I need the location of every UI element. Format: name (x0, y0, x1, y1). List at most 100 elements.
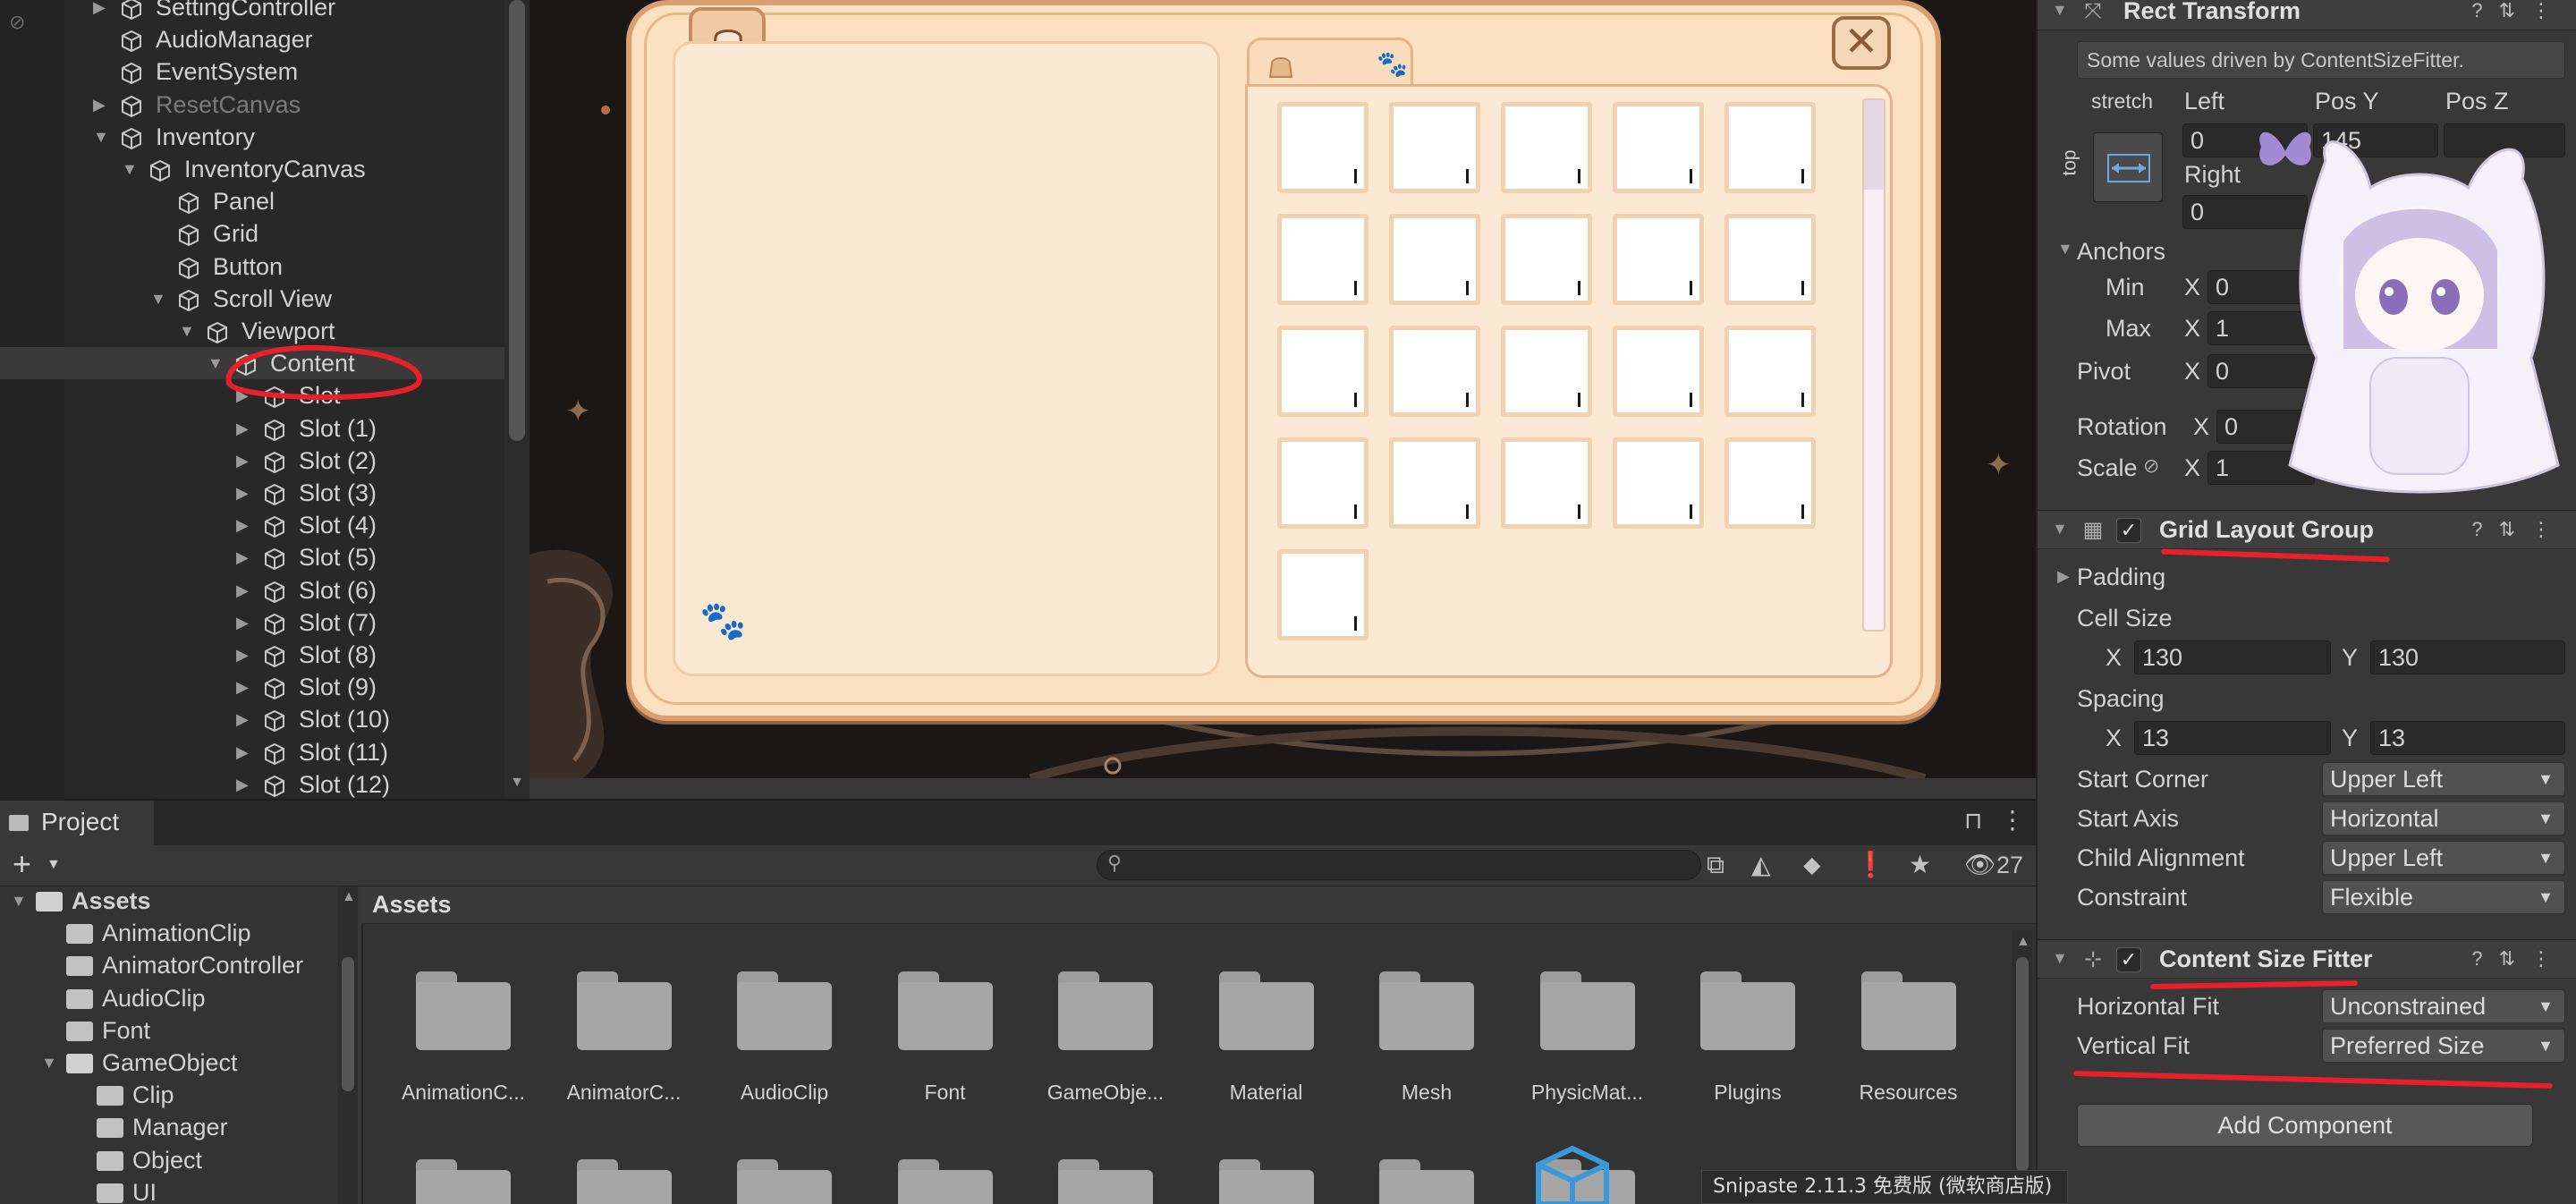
fold-arrow-icon[interactable]: ▼ (2052, 949, 2068, 968)
asset-folder-label[interactable]: Font (869, 1081, 1021, 1105)
expand-arrow-right-icon[interactable]: ▶ (236, 509, 252, 541)
start-corner-dropdown[interactable]: Upper Left ▼ (2322, 762, 2565, 796)
expand-arrow-right-icon[interactable]: ▶ (236, 412, 252, 445)
hierarchy-item[interactable]: ▶ Slot (4) (0, 509, 504, 541)
asset-folder-icon[interactable] (1860, 971, 1956, 1050)
expand-arrow-down-icon[interactable]: ▼ (41, 1047, 57, 1079)
inventory-slot[interactable] (1389, 326, 1480, 417)
asset-folder-label[interactable]: Mesh (1351, 1081, 1503, 1105)
inventory-slot[interactable] (1501, 437, 1592, 529)
inventory-slot[interactable] (1277, 549, 1368, 640)
expand-arrow-down-icon[interactable]: ▼ (11, 885, 27, 917)
expand-arrow-right-icon[interactable]: ▶ (93, 0, 109, 23)
inventory-slot[interactable] (1389, 437, 1480, 529)
project-search-input[interactable] (1097, 850, 1701, 880)
horizontal-fit-dropdown[interactable]: Unconstrained ▼ (2322, 989, 2565, 1023)
more-options-icon[interactable]: ⋮ (2000, 805, 2025, 835)
hierarchy-item[interactable]: ▶ ResetCanvas (0, 89, 504, 121)
lock-icon[interactable]: ⊓ (1964, 807, 1982, 835)
fold-arrow-icon[interactable]: ▼ (2052, 1, 2068, 20)
inventory-grid-tab[interactable]: 🐾 (1247, 38, 1413, 88)
asset-folder-icon[interactable] (1218, 971, 1314, 1050)
add-component-button[interactable]: Add Component (2077, 1104, 2533, 1147)
asset-folder-icon[interactable] (897, 1159, 993, 1204)
content-size-fitter-header[interactable]: ▼ ⊹ ✓ Content Size Fitter ?⇅⋮ (2038, 939, 2576, 979)
inventory-slot[interactable] (1724, 102, 1816, 193)
tree-folder-item[interactable]: Font (0, 1014, 336, 1047)
expand-arrow-right-icon[interactable]: ▶ (236, 639, 252, 671)
asset-folder-icon[interactable] (576, 971, 672, 1050)
expand-arrow-down-icon[interactable]: ▼ (179, 315, 195, 347)
asset-folder-label[interactable]: Resources (1833, 1081, 1985, 1105)
expand-arrow-right-icon[interactable]: ▶ (236, 606, 252, 639)
hierarchy-item[interactable]: ▶ Slot (9) (0, 671, 504, 703)
expand-arrow-right-icon[interactable]: ▶ (236, 574, 252, 606)
asset-folder-icon[interactable] (1218, 1159, 1314, 1204)
inventory-slot[interactable] (1724, 326, 1816, 417)
asset-folder-icon[interactable] (1700, 971, 1795, 1050)
tree-folder-item[interactable]: UI (0, 1176, 336, 1204)
expand-arrow-down-icon[interactable]: ▼ (150, 283, 166, 315)
inventory-slot[interactable] (1613, 437, 1704, 529)
tree-folder-item[interactable]: ▼ GameObject (0, 1047, 336, 1079)
asset-folder-label[interactable]: Plugins (1672, 1081, 1824, 1105)
tree-folder-item[interactable]: AnimatorController (0, 949, 336, 981)
expand-arrow-right-icon[interactable]: ▶ (236, 541, 252, 573)
tree-folder-item[interactable]: Clip (0, 1079, 336, 1111)
inventory-slot[interactable] (1277, 102, 1368, 193)
asset-folder-icon[interactable] (897, 971, 993, 1050)
tree-folder-item[interactable]: AnimationClip (0, 917, 336, 949)
grid-layout-group-header[interactable]: ▼ ▦ ✓ Grid Layout Group ?⇅⋮ (2038, 510, 2576, 549)
hierarchy-item[interactable]: ▶ Slot (5) (0, 541, 504, 573)
expand-arrow-right-icon[interactable]: ▶ (93, 89, 109, 121)
assets-scroll-thumb[interactable] (2016, 957, 2029, 1172)
hierarchy-item[interactable]: Grid (0, 217, 504, 250)
inventory-slot[interactable] (1501, 102, 1592, 193)
hierarchy-item[interactable]: ▶ Slot (2) (0, 445, 504, 477)
create-asset-button[interactable]: + (13, 846, 31, 882)
asset-folder-icon[interactable] (737, 1159, 832, 1204)
asset-folder-label[interactable]: PhysicMat... (1512, 1081, 1664, 1105)
asset-folder-icon[interactable] (1379, 1159, 1474, 1204)
child-alignment-dropdown[interactable]: Upper Left ▼ (2322, 841, 2565, 875)
expand-arrow-down-icon[interactable]: ▼ (122, 153, 138, 185)
search-by-label-icon[interactable]: ⬥ (1803, 850, 1821, 880)
scroll-up-icon[interactable]: ▲ (2016, 934, 2030, 950)
inventory-slot[interactable] (1389, 102, 1480, 193)
expand-arrow-right-icon[interactable]: ▶ (236, 671, 252, 703)
expand-arrow-right-icon[interactable]: ▶ (236, 477, 252, 509)
hierarchy-item[interactable]: ▼ Scroll View (0, 283, 504, 315)
asset-folder-icon[interactable] (416, 1159, 511, 1204)
inventory-slot[interactable] (1724, 214, 1816, 305)
search-by-scene-icon[interactable]: ⧉ (1707, 850, 1724, 880)
vertical-fit-dropdown[interactable]: Preferred Size ▼ (2322, 1029, 2565, 1063)
inventory-slot[interactable] (1389, 214, 1480, 305)
anchors-fold-icon[interactable]: ▼ (2057, 240, 2073, 259)
tree-folder-item[interactable]: AudioClip (0, 982, 336, 1014)
inventory-slot[interactable] (1277, 437, 1368, 529)
hierarchy-item[interactable]: ▶ Slot (7) (0, 606, 504, 639)
hierarchy-item[interactable]: ▶ Slot (11) (0, 736, 504, 768)
asset-folder-icon[interactable] (737, 971, 832, 1050)
asset-folder-icon[interactable] (1058, 1159, 1153, 1204)
inventory-slot[interactable] (1613, 214, 1704, 305)
inventory-slot[interactable] (1501, 326, 1592, 417)
inventory-slot[interactable] (1613, 102, 1704, 193)
cell-size-x-field[interactable]: 130 (2134, 640, 2331, 674)
inventory-slot[interactable] (1277, 214, 1368, 305)
inventory-scroll-thumb[interactable] (1864, 100, 1884, 190)
asset-folder-icon[interactable] (1058, 971, 1153, 1050)
hierarchy-item[interactable]: ▼ InventoryCanvas (0, 153, 504, 185)
hierarchy-item[interactable]: ▶ Slot (12) (0, 768, 504, 801)
content-size-fitter-enabled-checkbox[interactable]: ✓ (2116, 947, 2141, 972)
expand-arrow-right-icon[interactable]: ▶ (236, 445, 252, 477)
inventory-slot[interactable] (1613, 326, 1704, 417)
constrain-proportions-icon[interactable]: ⊘ (2143, 454, 2159, 478)
hierarchy-item[interactable]: ▶ SettingController (0, 0, 504, 23)
asset-folder-icon[interactable] (1379, 971, 1474, 1050)
inventory-slot[interactable] (1277, 326, 1368, 417)
inventory-close-button[interactable]: ✕ (1832, 16, 1891, 70)
component-tools-icons[interactable]: ?⇅⋮ (2471, 0, 2567, 22)
tree-folder-item[interactable]: ▼ Assets (0, 885, 336, 917)
expand-arrow-right-icon[interactable]: ▶ (236, 736, 252, 768)
